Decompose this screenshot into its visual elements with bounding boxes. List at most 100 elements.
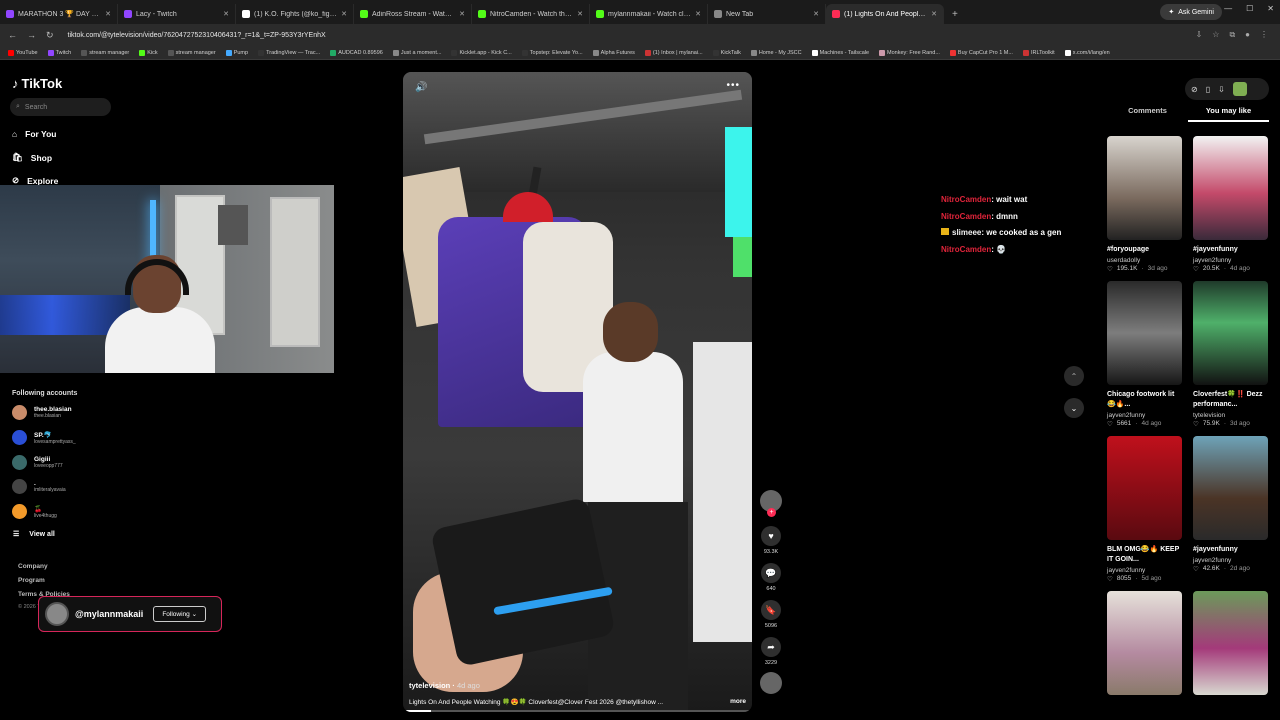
bookmark-item[interactable]: Buy CapCut Pro 1 M... xyxy=(949,49,1013,56)
profile-avatar[interactable] xyxy=(1232,82,1247,96)
close-tab-icon[interactable]: ✕ xyxy=(105,10,111,18)
video-card[interactable]: #jayvenfunny jayven2funny ♡ 42.6K · 2d ago xyxy=(1193,436,1268,583)
close-tab-icon[interactable]: ✕ xyxy=(577,10,583,18)
bookmark-item[interactable]: AUDCAD 0.89596 xyxy=(330,49,383,56)
nav-shop[interactable]: 🛍 Shop xyxy=(12,152,52,163)
video-thumbnail[interactable] xyxy=(1107,591,1182,695)
bookmark-item[interactable]: stream manager xyxy=(81,49,129,56)
bookmark-item[interactable]: TradingView — Trac... xyxy=(258,49,320,56)
close-tab-icon[interactable]: ✕ xyxy=(813,10,819,18)
like-icon[interactable]: ♥ xyxy=(761,526,781,546)
bookmark-item[interactable]: KickTalk xyxy=(712,49,741,56)
minimize-icon[interactable]: — xyxy=(1224,4,1232,13)
video-author[interactable]: tytelevision xyxy=(409,681,450,690)
video-card[interactable]: #foryoupage userdadolly ♡ 195.1K · 3d ago xyxy=(1107,136,1182,273)
new-tab-button[interactable]: + xyxy=(944,4,966,24)
card-username[interactable]: jayven2funny xyxy=(1193,257,1268,264)
no-entry-icon[interactable]: ⊘ xyxy=(1191,85,1198,94)
browser-tab[interactable]: NitroCamden - Watch the VOD ✕ xyxy=(472,4,590,24)
video-thumbnail[interactable] xyxy=(1193,136,1268,240)
forward-icon[interactable]: → xyxy=(27,30,36,41)
tiktok-logo[interactable]: ♪ TikTok xyxy=(12,76,62,91)
bookmark-item[interactable]: (1) Inbox | mylanai... xyxy=(644,49,703,56)
video-card[interactable] xyxy=(1107,591,1182,695)
creator-avatar[interactable]: + xyxy=(760,490,782,517)
bookmark-item[interactable]: Pump xyxy=(225,49,248,56)
browser-tab[interactable]: (1) Lights On And People W ✕ xyxy=(826,4,944,24)
profile-icon[interactable]: ● xyxy=(1245,30,1250,40)
chevron-up-icon[interactable]: ⌃ xyxy=(1064,366,1084,386)
more-options-icon[interactable]: ••• xyxy=(726,80,740,91)
ask-gemini-button[interactable]: ✦ Ask Gemini xyxy=(1160,4,1222,20)
bookmark-item[interactable]: Just a moment... xyxy=(392,49,441,56)
tab-you-may-like[interactable]: You may like xyxy=(1188,106,1269,122)
tab-comments[interactable]: Comments xyxy=(1107,106,1188,122)
bookmark-item[interactable]: x.com/i/lang/en xyxy=(1064,49,1110,56)
menu-icon[interactable]: ⋮ xyxy=(1260,30,1268,40)
sound-avatar[interactable] xyxy=(760,672,782,694)
search-input[interactable]: ⌕ Search xyxy=(10,98,111,116)
video-player[interactable]: 🔊 ••• tytelevision · 4d ago Lights On An… xyxy=(403,72,752,712)
download-icon[interactable]: ⇩ xyxy=(1218,85,1225,94)
install-icon[interactable]: ⇩ xyxy=(1196,30,1203,40)
video-progress-bar[interactable] xyxy=(403,710,752,712)
video-thumbnail[interactable] xyxy=(1107,281,1182,385)
video-thumbnail[interactable] xyxy=(1107,436,1182,540)
bookmark-item[interactable]: Home - My JSCC xyxy=(750,49,802,56)
following-account[interactable]: thee.blasian thee.blasian xyxy=(12,405,72,420)
card-username[interactable]: userdadolly xyxy=(1107,257,1182,264)
comment-icon[interactable]: 💬 xyxy=(761,563,781,583)
bookmark-item[interactable]: Twitch xyxy=(47,49,71,56)
extensions-icon[interactable]: ⧉ xyxy=(1229,30,1235,40)
view-all-button[interactable]: ☰ View all xyxy=(13,530,55,539)
close-window-icon[interactable]: ✕ xyxy=(1267,4,1274,13)
card-username[interactable]: jayven2funny xyxy=(1107,412,1182,419)
browser-tab[interactable]: AdinRoss Stream - Watch Live ✕ xyxy=(354,4,472,24)
bookmark-item[interactable]: Monkey: Free Rand... xyxy=(879,49,940,56)
url-field[interactable]: tiktok.com/@tytelevision/video/762047275… xyxy=(62,32,1196,39)
bookmark-item[interactable]: Topstep: Elevate Yo... xyxy=(521,49,583,56)
reload-icon[interactable]: ↻ xyxy=(46,30,54,41)
close-tab-icon[interactable]: ✕ xyxy=(695,10,701,18)
browser-tab[interactable]: mylannmakaii - Watch clips on ✕ xyxy=(590,4,708,24)
video-thumbnail[interactable] xyxy=(1193,436,1268,540)
nav-for-you[interactable]: ⌂ For You xyxy=(12,129,56,139)
bookmark-item[interactable]: Alpha Futures xyxy=(592,49,635,56)
video-card[interactable]: Cloverfest🍀‼️ Dezz performanc... tytelevi… xyxy=(1193,281,1268,428)
video-card[interactable]: Chicago footwork lit😂🔥... jayven2funny ♡ 56… xyxy=(1107,281,1182,428)
close-tab-icon[interactable]: ✕ xyxy=(341,10,347,18)
bookmark-icon[interactable]: 🔖 xyxy=(761,600,781,620)
video-card[interactable]: BLM OMG😂🔥 KEEP IT GOIN... jayven2funny ♡ 80… xyxy=(1107,436,1182,583)
bookmark-item[interactable]: Machines - Tailscale xyxy=(811,49,869,56)
bookmark-item[interactable]: stream manager xyxy=(167,49,216,56)
card-username[interactable]: tytelevision xyxy=(1193,412,1268,419)
following-account[interactable]: SP.🐬 lovesamprettyass_ xyxy=(12,430,76,445)
close-tab-icon[interactable]: ✕ xyxy=(931,10,937,18)
browser-tab[interactable]: MARATHON 3 🏆 DAY 1 🏆 ✕ xyxy=(0,4,118,24)
following-button[interactable]: Following ⌄ xyxy=(153,606,207,622)
follow-plus-icon[interactable]: + xyxy=(767,508,776,517)
bookmark-item[interactable]: Kicklet.app - Kick C... xyxy=(451,49,512,56)
chevron-down-icon[interactable]: ⌄ xyxy=(1064,398,1084,418)
following-account[interactable]: . imliteralyavaia xyxy=(12,479,66,494)
close-tab-icon[interactable]: ✕ xyxy=(459,10,465,18)
card-username[interactable]: jayven2funny xyxy=(1107,567,1182,574)
volume-icon[interactable]: 🔊 xyxy=(415,82,427,93)
close-tab-icon[interactable]: ✕ xyxy=(223,10,229,18)
card-username[interactable]: jayven2funny xyxy=(1193,557,1268,564)
footer-program[interactable]: Program xyxy=(18,577,45,584)
following-account[interactable]: 🍒 live4thugg xyxy=(12,504,57,519)
browser-tab[interactable]: (1) K.O. Fights (@ko_fights_) / ✕ xyxy=(236,4,354,24)
video-card[interactable]: #jayvenfunny jayven2funny ♡ 20.5K · 4d ago xyxy=(1193,136,1268,273)
bookmark-item[interactable]: YouTube xyxy=(8,49,38,56)
bookmark-item[interactable]: Kick xyxy=(139,49,158,56)
video-thumbnail[interactable] xyxy=(1193,591,1268,695)
phone-icon[interactable]: ▯ xyxy=(1206,85,1210,94)
bookmark-star-icon[interactable]: ☆ xyxy=(1212,30,1219,40)
browser-tab[interactable]: Lacy - Twitch ✕ xyxy=(118,4,236,24)
bookmark-item[interactable]: IRLToolkit xyxy=(1022,49,1055,56)
video-thumbnail[interactable] xyxy=(1107,136,1182,240)
more-link[interactable]: more xyxy=(730,698,746,706)
video-card[interactable] xyxy=(1193,591,1268,695)
browser-tab[interactable]: New Tab ✕ xyxy=(708,4,826,24)
